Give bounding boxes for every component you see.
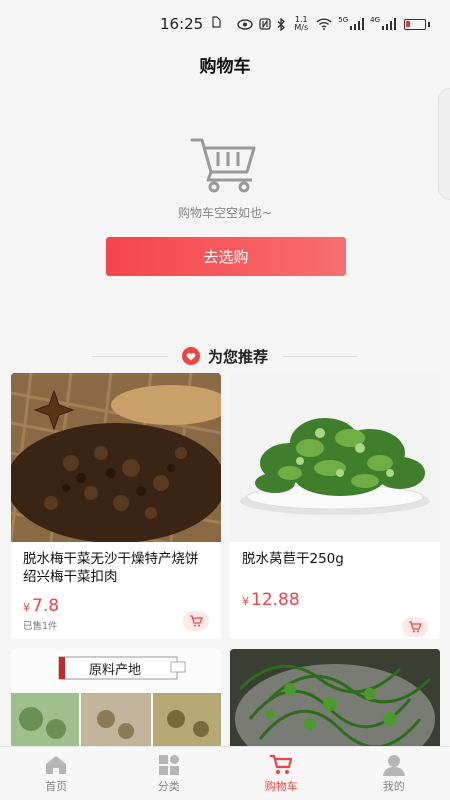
- divider-line-left: [91, 355, 168, 357]
- bluetooth-icon: [277, 17, 286, 31]
- wifi-icon: [316, 18, 332, 30]
- cart-icon: [270, 754, 293, 774]
- nav-label: 购物车: [264, 779, 298, 793]
- nav-item-mine[interactable]: 我的: [338, 747, 450, 800]
- product-name[interactable]: 脱水莴苣干250g: [230, 542, 440, 568]
- sim-card-icon: [211, 16, 221, 32]
- empty-cart-text: 购物车空空如也~: [177, 206, 273, 220]
- currency-symbol: ¥: [242, 595, 249, 608]
- status-time: 16:25: [160, 15, 204, 33]
- currency-symbol: ¥: [23, 601, 30, 614]
- user-icon: [382, 754, 405, 776]
- nav-item-home[interactable]: 首页: [0, 747, 113, 800]
- nav-label: 分类: [157, 779, 180, 793]
- product-price: ¥12.88: [230, 568, 440, 610]
- network-speed: 1.1 M/s: [294, 15, 309, 32]
- status-bar: 16:25 1.1 M/s 5G 4G: [0, 0, 450, 48]
- product-image[interactable]: [230, 649, 440, 749]
- divider-line-right: [282, 355, 358, 357]
- product-card[interactable]: 原料产地: [11, 649, 221, 749]
- floating-edge-tab[interactable]: [438, 88, 450, 200]
- product-image[interactable]: [11, 373, 221, 542]
- battery-icon: [404, 18, 427, 30]
- add-to-cart-button[interactable]: [183, 611, 209, 631]
- empty-cart-icon: [188, 134, 262, 194]
- product-image[interactable]: 原料产地: [11, 649, 221, 749]
- product-card[interactable]: 脱水莴苣干250g ¥12.88: [230, 373, 440, 639]
- cart-icon: [190, 615, 203, 627]
- banner-text: 原料产地: [89, 663, 142, 678]
- nav-item-category[interactable]: 分类: [113, 747, 226, 800]
- signal-5g-label: 5G: [338, 16, 349, 24]
- battery-nub: [428, 21, 431, 27]
- product-card[interactable]: [230, 649, 440, 749]
- eye-icon: [237, 18, 253, 30]
- cart-icon: [409, 621, 422, 633]
- nfc-icon: [259, 18, 271, 30]
- nav-label: 我的: [382, 779, 405, 793]
- product-name[interactable]: 脱水梅干菜无沙干燥特产烧饼绍兴梅干菜扣肉: [11, 542, 221, 586]
- signal-4g-label: 4G: [370, 16, 381, 24]
- product-image[interactable]: [230, 373, 440, 542]
- nav-label: 首页: [45, 779, 68, 793]
- home-icon: [46, 755, 67, 774]
- signal-icon: [350, 18, 365, 30]
- page-title: 购物车: [199, 57, 251, 77]
- price-value: 12.88: [251, 590, 300, 610]
- price-value: 7.8: [32, 596, 60, 616]
- category-icon: [158, 754, 179, 775]
- heart-icon: [181, 347, 200, 365]
- add-to-cart-button[interactable]: [402, 617, 428, 637]
- recommend-header: 为您推荐: [0, 344, 450, 368]
- product-card[interactable]: 脱水梅干菜无沙干燥特产烧饼绍兴梅干菜扣肉 ¥7.8 已售1件: [11, 373, 221, 639]
- signal-icon-2: [382, 18, 397, 30]
- bottom-nav: 首页 分类 购物车 我的: [0, 746, 450, 800]
- nav-item-cart[interactable]: 购物车: [225, 747, 338, 800]
- go-shop-button[interactable]: 去选购: [106, 237, 346, 276]
- recommend-title: 为您推荐: [207, 347, 268, 366]
